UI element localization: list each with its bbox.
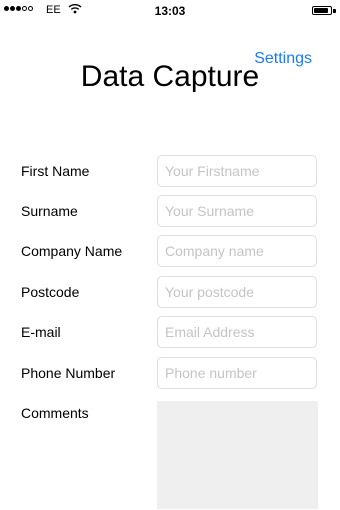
company-name-input[interactable] <box>157 235 317 267</box>
first-name-input[interactable] <box>157 155 317 187</box>
postcode-input[interactable] <box>157 276 317 308</box>
battery-fill <box>314 8 328 13</box>
email-row: E-mail <box>21 316 321 348</box>
first-name-label: First Name <box>21 163 90 179</box>
email-label: E-mail <box>21 324 61 340</box>
phone-number-input[interactable] <box>157 357 317 389</box>
postcode-label: Postcode <box>21 284 80 300</box>
phone-number-row: Phone Number <box>21 357 321 389</box>
surname-input[interactable] <box>157 195 317 227</box>
first-name-row: First Name <box>21 155 321 187</box>
status-bar: EE 13:03 <box>0 0 340 22</box>
phone-number-label: Phone Number <box>21 365 116 381</box>
postcode-row: Postcode <box>21 276 321 308</box>
battery-icon <box>312 6 332 15</box>
page-title: Data Capture <box>80 60 260 93</box>
battery-tip <box>333 9 336 13</box>
surname-label: Surname <box>21 203 78 219</box>
surname-row: Surname <box>21 195 321 227</box>
company-name-label: Company Name <box>21 243 123 259</box>
comments-label: Comments <box>21 405 89 421</box>
comments-textarea[interactable] <box>157 401 318 509</box>
company-name-row: Company Name <box>21 235 321 267</box>
status-time: 13:03 <box>154 4 186 18</box>
email-input[interactable] <box>157 316 317 348</box>
